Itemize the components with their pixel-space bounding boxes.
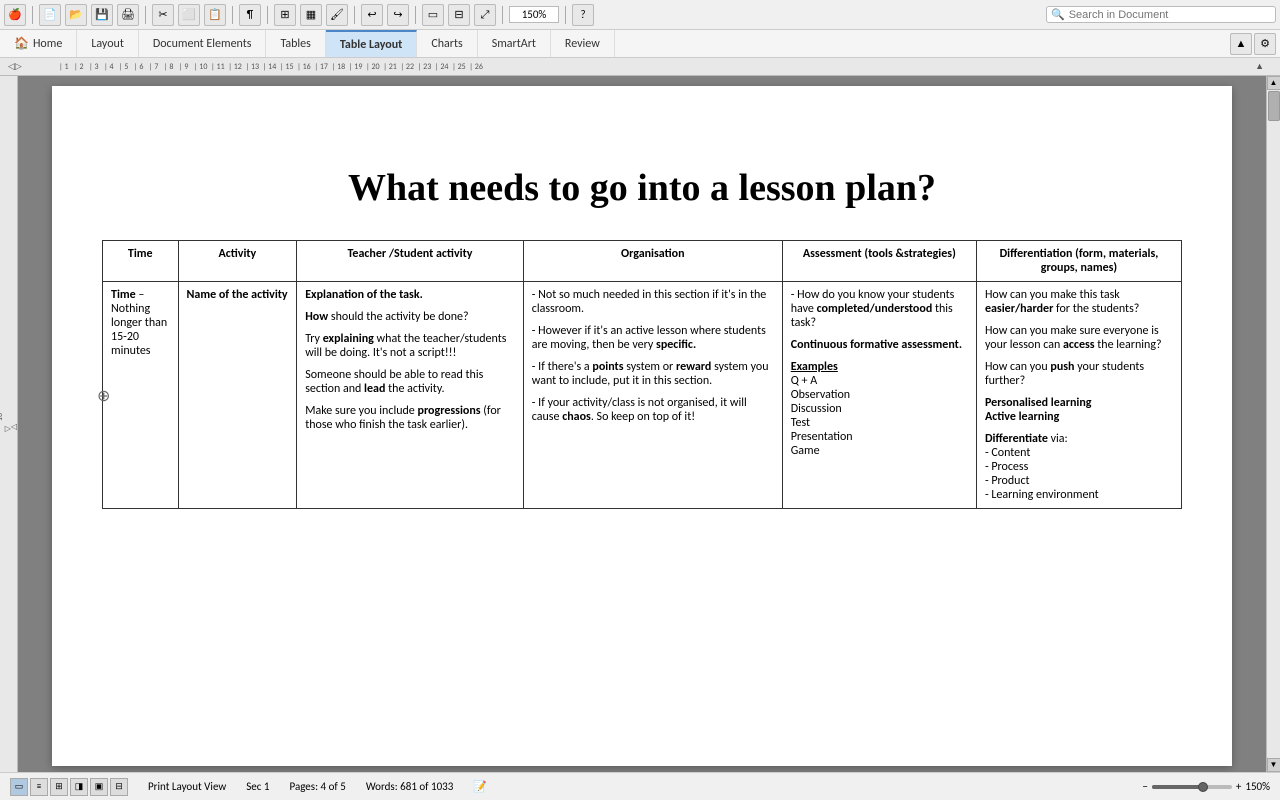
sep3 xyxy=(232,6,233,24)
apple-menu-icon[interactable]: 🍎 xyxy=(4,4,26,26)
save-icon[interactable]: 💾 xyxy=(91,4,113,26)
open-icon[interactable]: 📂 xyxy=(65,4,87,26)
zoom-display[interactable]: 150% xyxy=(509,6,559,23)
ribbon: 🏠 Home Layout Document Elements Tables T… xyxy=(0,30,1280,58)
cell-activity: Name of the activity xyxy=(178,282,297,509)
tab-smartart[interactable]: SmartArt xyxy=(478,30,551,57)
paste-icon[interactable]: 📋 xyxy=(204,4,226,26)
sep4 xyxy=(267,6,268,24)
view-label: Print Layout View xyxy=(148,780,226,793)
col-header-diff: Differentiation (form, materials, groups… xyxy=(976,241,1181,282)
cell-teacher: Explanation of the task. How should the … xyxy=(297,282,524,509)
status-bar-right: − + 150% xyxy=(1142,780,1270,793)
sep7 xyxy=(502,6,503,24)
zoom-percent: 150% xyxy=(1245,780,1270,793)
scroll-track[interactable] xyxy=(1267,90,1280,758)
col-header-assessment: Assessment (tools &strategies) xyxy=(782,241,976,282)
page: ⊕ What needs to go into a lesson plan? T… xyxy=(52,86,1232,766)
toolbar: 🍎 📄 📂 💾 🖨 ✂ ⬜ 📋 ¶ ⊞ ▦ 🖌 ↩ ↪ ▭ ⊟ ⤢ 150% ?… xyxy=(0,0,1280,30)
view-icon2[interactable]: ▦ xyxy=(300,4,322,26)
col-header-teacher: Teacher /Student activity xyxy=(297,241,524,282)
undo-icon[interactable]: ↩ xyxy=(361,4,383,26)
sep8 xyxy=(565,6,566,24)
col-header-org: Organisation xyxy=(523,241,782,282)
scrollbar-vertical[interactable]: ▲ ▼ xyxy=(1266,76,1280,772)
cut-icon[interactable]: ✂ xyxy=(152,4,174,26)
home-icon: 🏠 xyxy=(14,36,29,51)
status-bar: ▭ ≡ ⊞ ◨ ▣ ⊟ Print Layout View Sec 1 Page… xyxy=(0,772,1280,800)
zoom-track[interactable] xyxy=(1152,785,1232,789)
words-label: Words: 681 of 1033 xyxy=(366,780,454,793)
col-header-time: Time xyxy=(103,241,179,282)
sec-label: Sec 1 xyxy=(246,780,269,793)
notebook-btn[interactable]: ⊞ xyxy=(50,778,68,796)
focus-btn[interactable]: ▣ xyxy=(90,778,108,796)
zoom-in-btn[interactable]: + xyxy=(1236,780,1241,793)
search-input[interactable] xyxy=(1069,9,1269,21)
activity-label: Name of the activity xyxy=(187,288,288,302)
pages-label: Pages: 4 of 5 xyxy=(290,780,346,793)
paint-icon[interactable]: 🖌 xyxy=(326,4,348,26)
move-handle[interactable]: ⊕ xyxy=(97,386,110,406)
ribbon-settings-icon[interactable]: ⚙ xyxy=(1254,33,1276,55)
scroll-thumb[interactable] xyxy=(1268,91,1280,121)
print-layout-btn[interactable]: ▭ xyxy=(10,778,28,796)
main-area: ◁ ▷ 12345678910 ▼ ⊕ What needs to go int… xyxy=(0,76,1280,772)
redo-icon[interactable]: ↪ xyxy=(387,4,409,26)
cell-time: Time – Nothing longer than 15-20 minutes xyxy=(103,282,179,509)
cell-organisation: - Not so much needed in this section if … xyxy=(523,282,782,509)
side-by-side-btn[interactable]: ⊟ xyxy=(110,778,128,796)
ruler: ◁▷ | 1 | 2 | 3 | 4 | 5 | 6 | 7 | 8 | 9 |… xyxy=(0,58,1280,76)
tab-document-elements[interactable]: Document Elements xyxy=(139,30,267,57)
outline-btn[interactable]: ≡ xyxy=(30,778,48,796)
search-icon: 🔍 xyxy=(1051,8,1065,21)
new-doc-icon[interactable]: 📄 xyxy=(39,4,61,26)
zoom-slider[interactable]: − + 150% xyxy=(1142,780,1270,793)
scroll-down-btn[interactable]: ▼ xyxy=(1267,758,1280,772)
zoom-out-btn[interactable]: − xyxy=(1142,780,1147,793)
fullscreen-icon[interactable]: ⤢ xyxy=(474,4,496,26)
tab-layout[interactable]: Layout xyxy=(77,30,139,57)
layout-icon[interactable]: ▭ xyxy=(422,4,444,26)
web-btn[interactable]: ◨ xyxy=(70,778,88,796)
ribbon-expand-icon[interactable]: ▲ xyxy=(1230,33,1252,55)
page-title: What needs to go into a lesson plan? xyxy=(102,166,1182,210)
tab-table-layout[interactable]: Table Layout xyxy=(326,30,417,57)
document-area[interactable]: ⊕ What needs to go into a lesson plan? T… xyxy=(18,76,1266,772)
left-ruler: ◁ ▷ 12345678910 ▼ xyxy=(0,76,18,772)
zoom-handle[interactable] xyxy=(1198,782,1208,792)
table-header-row: Time Activity Teacher /Student activity … xyxy=(103,241,1182,282)
view-icons: ▭ ≡ ⊞ ◨ ▣ ⊟ xyxy=(10,778,128,796)
scroll-up-btn[interactable]: ▲ xyxy=(1267,76,1280,90)
ribbon-end: ▲ ⚙ xyxy=(1230,30,1280,57)
track-changes-icon[interactable]: 📝 xyxy=(473,780,487,793)
tab-charts[interactable]: Charts xyxy=(417,30,477,57)
col-header-activity: Activity xyxy=(178,241,297,282)
layout2-icon[interactable]: ⊟ xyxy=(448,4,470,26)
format-marks-icon[interactable]: ¶ xyxy=(239,4,261,26)
zoom-fill xyxy=(1152,785,1200,789)
help-icon[interactable]: ? xyxy=(572,4,594,26)
print-icon[interactable]: 🖨 xyxy=(117,4,139,26)
sep5 xyxy=(354,6,355,24)
table-row: Time – Nothing longer than 15-20 minutes… xyxy=(103,282,1182,509)
cell-assessment: - How do you know your students have com… xyxy=(782,282,976,509)
tab-home[interactable]: 🏠 Home xyxy=(0,30,77,57)
sep2 xyxy=(145,6,146,24)
search-box-wrapper: 🔍 xyxy=(1046,6,1276,23)
tab-review[interactable]: Review xyxy=(551,30,615,57)
tab-tables[interactable]: Tables xyxy=(266,30,325,57)
cell-differentiation: How can you make this task easier/harder… xyxy=(976,282,1181,509)
view-toggle-icon[interactable]: ⊞ xyxy=(274,4,296,26)
sep1 xyxy=(32,6,33,24)
lesson-table: Time Activity Teacher /Student activity … xyxy=(102,240,1182,509)
sep6 xyxy=(415,6,416,24)
copy-icon[interactable]: ⬜ xyxy=(178,4,200,26)
